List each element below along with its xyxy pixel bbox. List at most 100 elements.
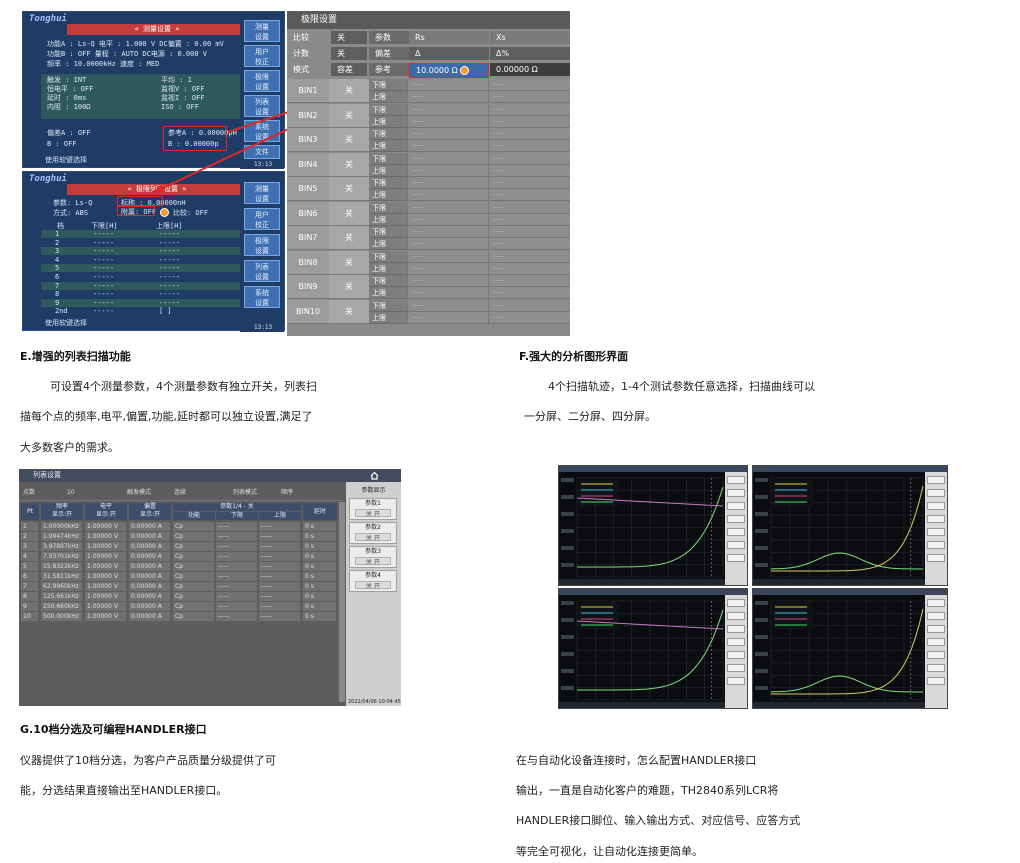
graph-softkey[interactable] — [727, 638, 745, 646]
bin-switch[interactable]: 关 — [329, 79, 369, 103]
graph-softkey[interactable] — [927, 664, 945, 672]
bin-low-value-2[interactable]: ----- — [488, 128, 570, 140]
graph-softkey[interactable] — [927, 541, 945, 549]
table-row[interactable]: 8 125.661kHz 1.00000 V 0.00000 A Cp ----- ----… — [21, 592, 339, 601]
bin-high-value-2[interactable]: ----- — [488, 287, 570, 299]
ref2-value[interactable]: 0.00000 Ω — [490, 63, 570, 76]
param-toggle[interactable]: 关 开 — [355, 509, 391, 518]
bin-switch[interactable]: 关 — [329, 201, 369, 226]
graph-softkey[interactable] — [927, 515, 945, 523]
bin-switch[interactable]: 关 — [329, 250, 369, 275]
bin-switch[interactable]: 关 — [329, 299, 369, 324]
table-row[interactable]: 5 15.8322kHz 1.00000 V 0.00000 A Cp ----- ----… — [21, 562, 339, 571]
graph-softkey[interactable] — [727, 541, 745, 549]
graph-softkey[interactable] — [727, 489, 745, 497]
param-1-button[interactable]: 参数1 关 开 — [349, 498, 397, 520]
bin-low-value-1[interactable]: ----- — [407, 226, 488, 238]
bin-low-value-2[interactable]: ----- — [488, 177, 570, 189]
graph-softkey[interactable] — [727, 554, 745, 562]
points-value[interactable]: 10 — [67, 487, 75, 498]
graph-softkey[interactable] — [727, 612, 745, 620]
bin-high-value-2[interactable]: ----- — [488, 311, 570, 324]
bin-high-value-2[interactable]: ----- — [488, 238, 570, 250]
bin-low-value-1[interactable]: ----- — [407, 128, 488, 140]
bin-low-value-2[interactable]: ----- — [488, 299, 570, 312]
param1-value[interactable]: Rs — [409, 31, 489, 44]
bin-low-value-1[interactable]: ----- — [407, 250, 488, 263]
bin-switch[interactable]: 关 — [329, 103, 369, 128]
graph-softkey[interactable] — [927, 625, 945, 633]
bin-high-value-1[interactable]: ----- — [407, 311, 488, 324]
table-row[interactable]: 6 31.5811kHz 1.00000 V 0.00000 A Cp ----- ----… — [21, 572, 339, 581]
bin-low-value-1[interactable]: ----- — [407, 299, 488, 312]
bin-low-value-1[interactable]: ----- — [407, 177, 488, 189]
bin-low-value-1[interactable]: ----- — [407, 152, 488, 165]
table-row[interactable]: 9 250.660kHz 1.00000 V 0.00000 A Cp ----- ----… — [21, 602, 339, 611]
graph-softkey[interactable] — [927, 502, 945, 510]
count-value[interactable]: 关 — [331, 47, 367, 60]
bin-switch[interactable]: 关 — [329, 226, 369, 250]
bin-high-value-1[interactable]: ----- — [407, 115, 488, 128]
param-3-button[interactable]: 参数3 关 开 — [349, 546, 397, 568]
bin-switch[interactable]: 关 — [329, 177, 369, 201]
bin-high-value-1[interactable]: ----- — [407, 164, 488, 177]
bin-high-value-1[interactable]: ----- — [407, 238, 488, 250]
bin-high-value-2[interactable]: ----- — [488, 91, 570, 103]
bin-high-value-2[interactable]: ----- — [488, 189, 570, 201]
bin-switch[interactable]: 关 — [329, 275, 369, 299]
graph-softkey[interactable] — [927, 638, 945, 646]
graph-softkey[interactable] — [927, 677, 945, 685]
graph-softkey[interactable] — [727, 502, 745, 510]
bin-low-value-1[interactable]: ----- — [407, 103, 488, 116]
graph-softkey[interactable] — [927, 612, 945, 620]
bin-low-value-1[interactable]: ----- — [407, 275, 488, 287]
bin-low-value-2[interactable]: ----- — [488, 79, 570, 91]
bin-high-value-1[interactable]: ----- — [407, 189, 488, 201]
bin-high-value-2[interactable]: ----- — [488, 213, 570, 226]
graph-softkey[interactable] — [927, 528, 945, 536]
param-4-button[interactable]: 参数4 关 开 — [349, 570, 397, 592]
bin-low-value-2[interactable]: ----- — [488, 152, 570, 165]
table-row[interactable]: 7 62.9960kHz 1.00000 V 0.00000 A Cp ----- ----… — [21, 582, 339, 591]
param-toggle[interactable]: 关 开 — [355, 533, 391, 542]
bin-high-value-1[interactable]: ----- — [407, 287, 488, 299]
graph-softkey[interactable] — [927, 476, 945, 484]
table-row[interactable]: 3 3.97897kHz 1.00000 V 0.00000 A Cp ----- ----… — [21, 542, 339, 551]
graph-softkey[interactable] — [927, 651, 945, 659]
param2-value[interactable]: Xs — [490, 31, 570, 44]
bin-low-value-2[interactable]: ----- — [488, 103, 570, 116]
bin-high-value-2[interactable]: ----- — [488, 115, 570, 128]
bin-high-value-2[interactable]: ----- — [488, 262, 570, 275]
bin-low-value-2[interactable]: ----- — [488, 226, 570, 238]
home-icon[interactable] — [370, 471, 379, 480]
scrollbar[interactable] — [339, 502, 345, 702]
bin-high-value-1[interactable]: ----- — [407, 91, 488, 103]
bin-high-value-1[interactable]: ----- — [407, 262, 488, 275]
dev1-value[interactable]: Δ — [409, 47, 489, 60]
bin-low-value-2[interactable]: ----- — [488, 201, 570, 214]
bin-low-value-1[interactable]: ----- — [407, 201, 488, 214]
compare-value[interactable]: 关 — [331, 31, 367, 44]
graph-softkey[interactable] — [727, 476, 745, 484]
mode-value[interactable]: 容差 — [331, 63, 367, 76]
bin-high-value-1[interactable]: ----- — [407, 213, 488, 226]
param-toggle[interactable]: 关 开 — [355, 557, 391, 566]
graph-softkey[interactable] — [727, 599, 745, 607]
trigger-value[interactable]: 连续 — [174, 487, 186, 498]
graph-softkey[interactable] — [727, 625, 745, 633]
graph-softkey[interactable] — [727, 664, 745, 672]
bin-low-value-2[interactable]: ----- — [488, 275, 570, 287]
table-row[interactable]: 2 1.99474kHz 1.00000 V 0.00000 A Cp ----- ----… — [21, 532, 339, 541]
bin-switch[interactable]: 关 — [329, 128, 369, 152]
graph-softkey[interactable] — [727, 677, 745, 685]
graph-softkey[interactable] — [927, 489, 945, 497]
graph-softkey[interactable] — [727, 528, 745, 536]
bin-low-value-1[interactable]: ----- — [407, 79, 488, 91]
table-row[interactable]: 4 7.93701kHz 1.00000 V 0.00000 A Cp ----- ----… — [21, 552, 339, 561]
graph-softkey[interactable] — [727, 515, 745, 523]
param-toggle[interactable]: 关 开 — [355, 581, 391, 590]
graph-softkey[interactable] — [927, 599, 945, 607]
table-row[interactable]: 10 500.000kHz 1.00000 V 0.00000 A Cp ----- ---… — [21, 612, 339, 621]
list-mode-value[interactable]: 顺序 — [281, 487, 293, 498]
bin-high-value-1[interactable]: ----- — [407, 140, 488, 152]
